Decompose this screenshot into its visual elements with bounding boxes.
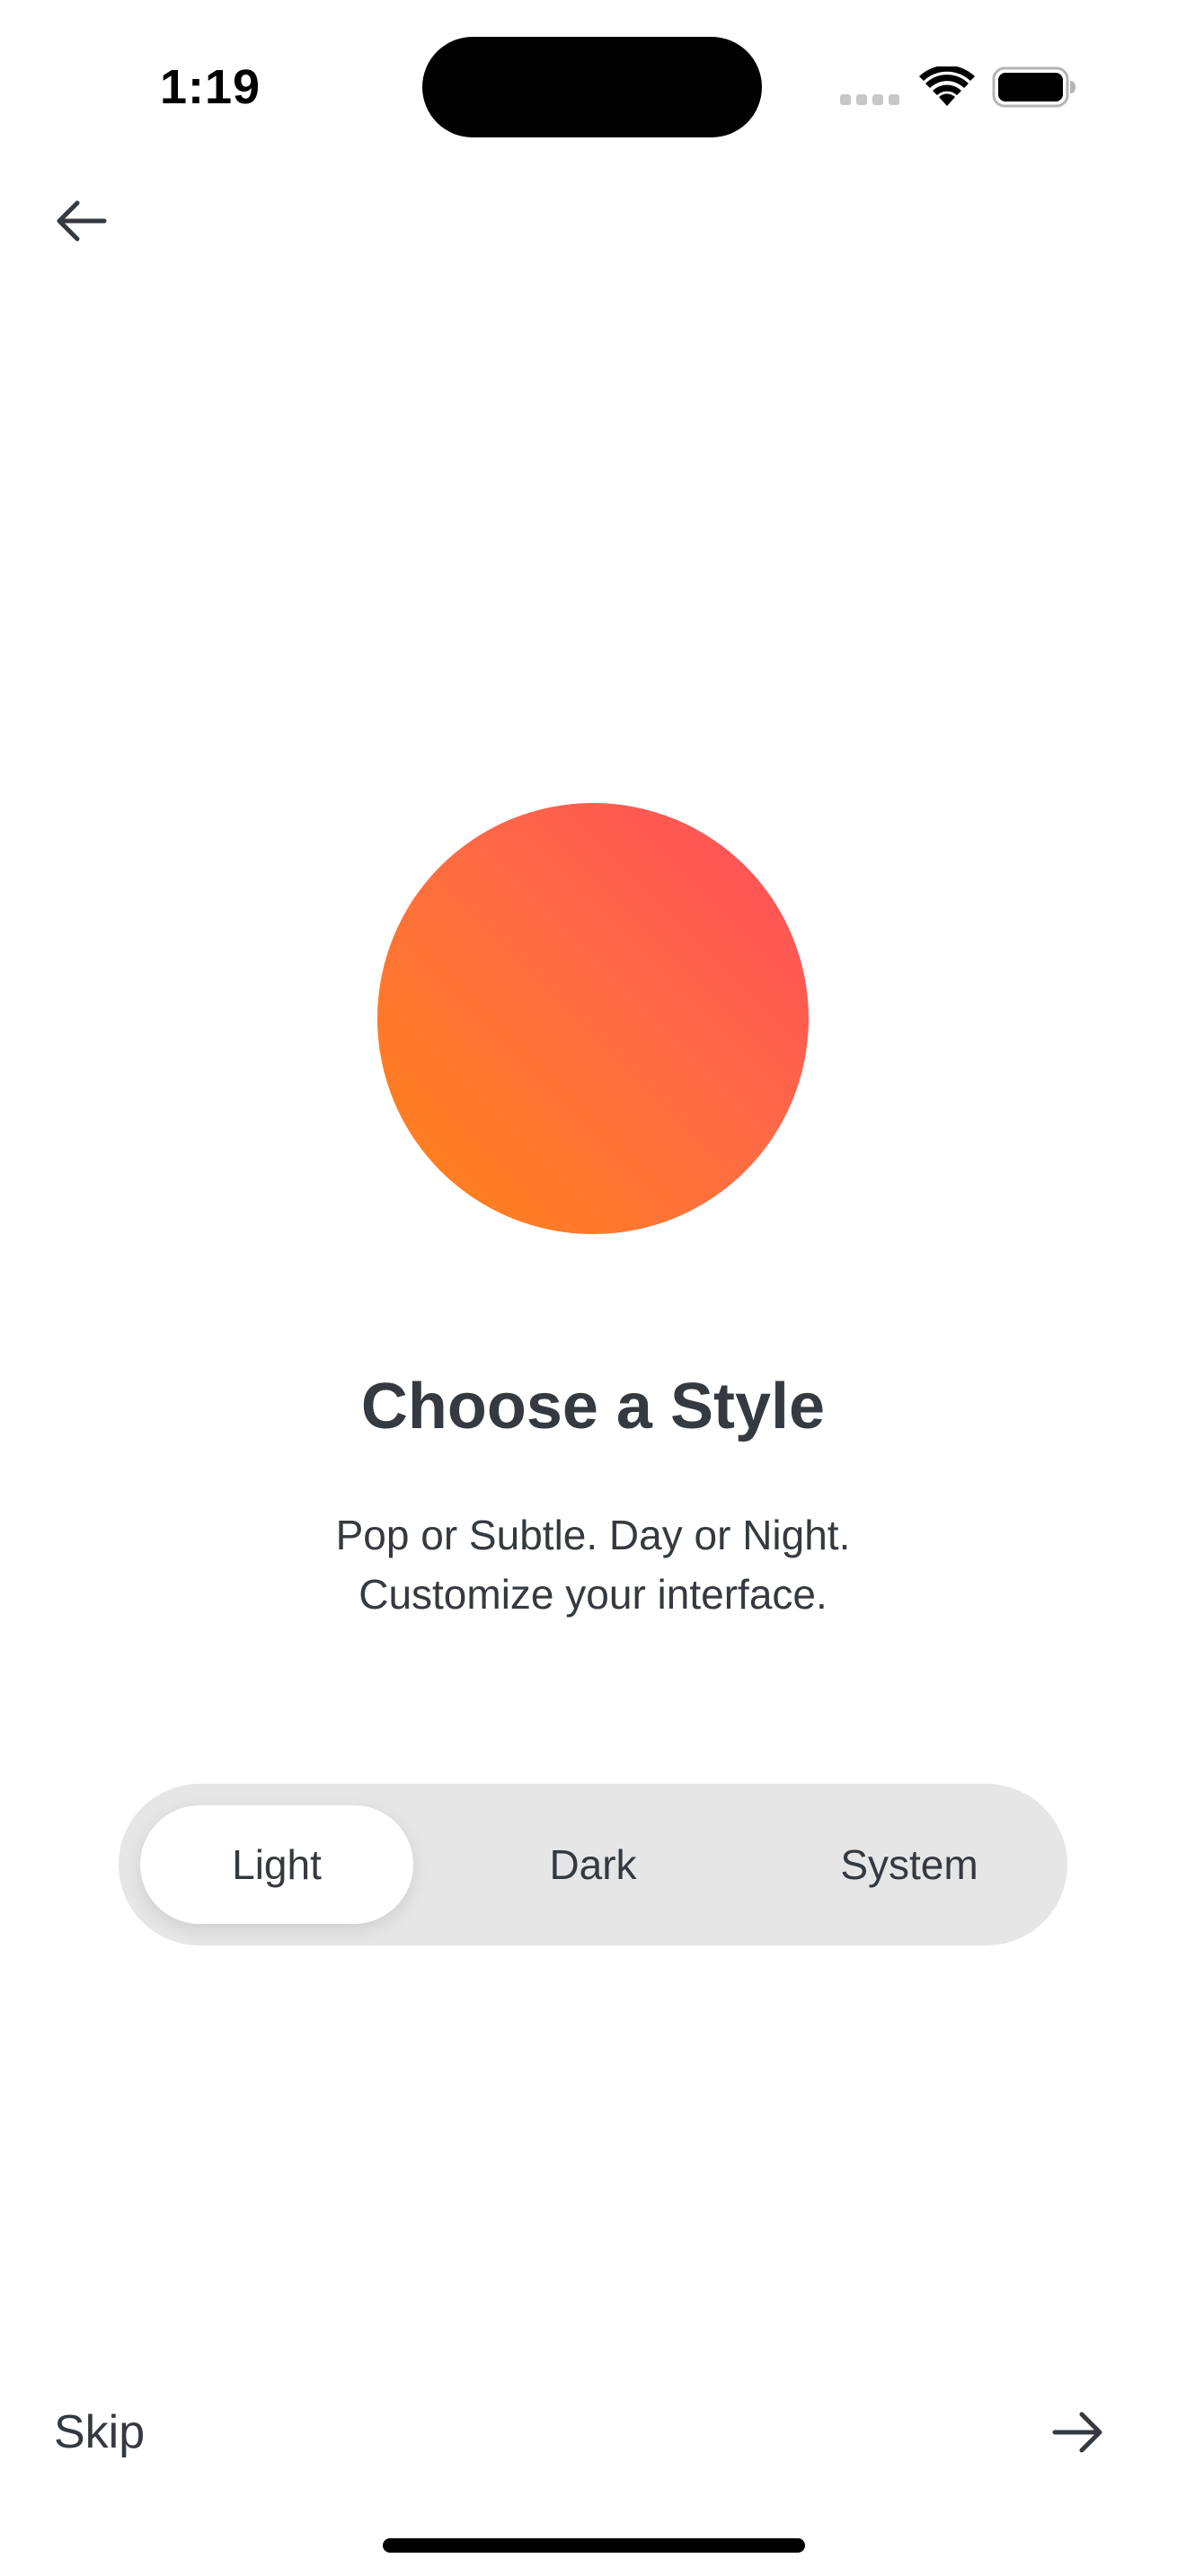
segment-dark[interactable]: Dark bbox=[456, 1805, 730, 1924]
page-subtitle: Pop or Subtle. Day or Night. Customize y… bbox=[144, 1505, 1042, 1624]
segment-light[interactable]: Light bbox=[140, 1805, 413, 1924]
segment-system[interactable]: System bbox=[773, 1805, 1046, 1924]
battery-icon bbox=[992, 66, 1075, 108]
back-button[interactable] bbox=[47, 187, 115, 255]
arrow-right-icon bbox=[1052, 2412, 1102, 2453]
next-button[interactable] bbox=[1042, 2396, 1114, 2468]
page-title: Choose a Style bbox=[360, 1371, 826, 1442]
skip-button[interactable]: Skip bbox=[54, 2396, 145, 2468]
subtitle-line-2: Customize your interface. bbox=[358, 1571, 828, 1618]
home-indicator bbox=[383, 2538, 805, 2553]
appearance-segmented-control: Light Dark System bbox=[119, 1784, 1067, 1945]
wifi-icon bbox=[919, 66, 975, 106]
arrow-left-icon bbox=[57, 200, 107, 242]
subtitle-line-1: Pop or Subtle. Day or Night. bbox=[335, 1512, 851, 1558]
dynamic-island bbox=[422, 37, 762, 137]
cellular-signal-icon bbox=[840, 94, 899, 105]
style-illustration-circle bbox=[377, 803, 809, 1234]
status-time: 1:19 bbox=[160, 60, 261, 114]
